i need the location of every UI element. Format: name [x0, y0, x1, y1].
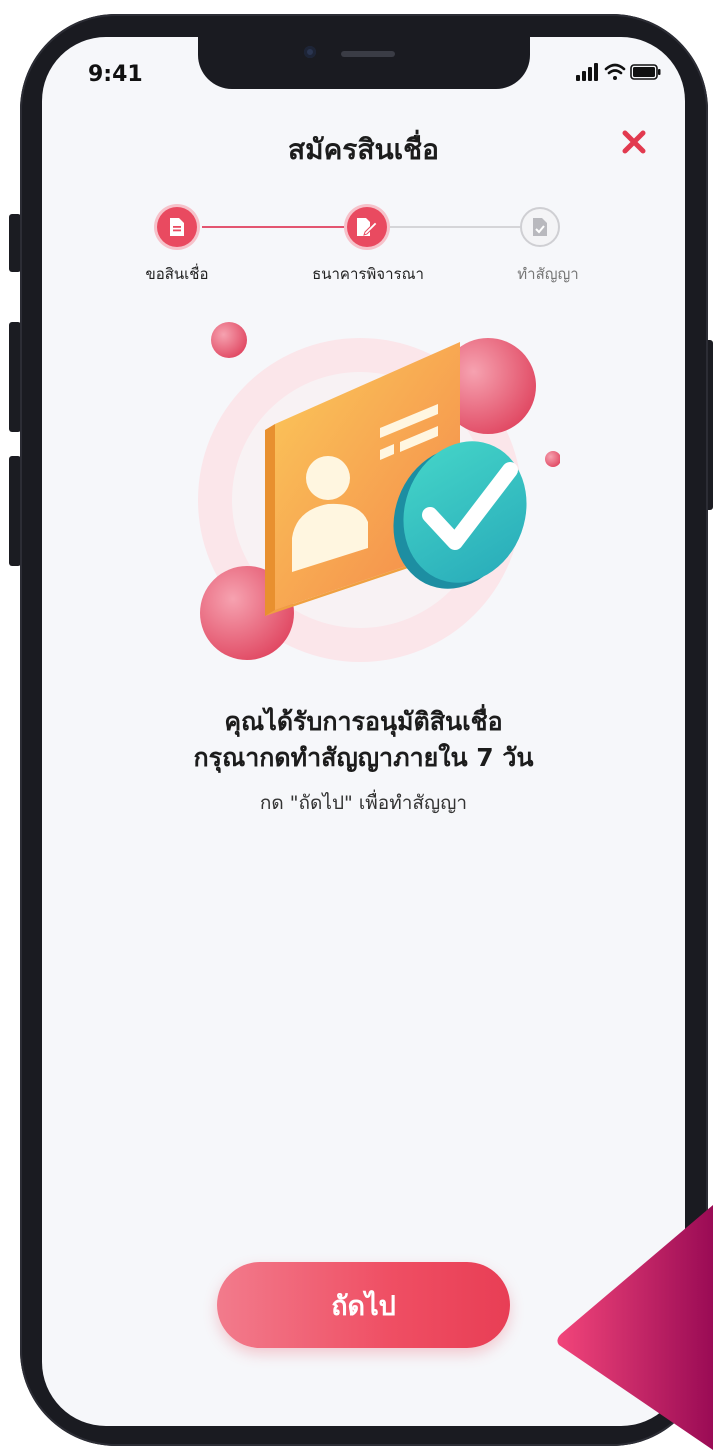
page-title: สมัครสินเชื่อ — [288, 133, 439, 166]
status-time: 9:41 — [88, 62, 143, 87]
edit-document-icon — [357, 218, 378, 236]
deadline-message: กรุณากดทำสัญญาภายใน 7 วัน — [193, 743, 534, 772]
stepper-line-1 — [202, 226, 348, 228]
step-1-label: ขอสินเชื่อ — [145, 265, 209, 283]
status-icons — [576, 60, 662, 84]
notch — [198, 37, 530, 89]
step-3-indicator — [520, 207, 560, 247]
decorative-triangle — [557, 1205, 713, 1450]
step-2-label: ธนาคารพิจารณา — [312, 265, 424, 283]
front-camera — [304, 46, 316, 58]
next-button[interactable]: ถัดไป — [217, 1262, 510, 1348]
document-icon — [170, 218, 184, 236]
speaker — [341, 51, 395, 57]
close-button[interactable] — [614, 122, 654, 162]
signal-icon — [576, 63, 598, 81]
step-2-indicator — [347, 207, 387, 247]
approval-message: คุณได้รับการอนุมัติสินเชื่อ — [224, 707, 503, 736]
checked-document-icon — [533, 218, 547, 236]
stepper-line-2 — [388, 226, 520, 228]
step-1-indicator — [157, 207, 197, 247]
wifi-icon — [604, 63, 626, 80]
step-3-label: ทำสัญญา — [517, 265, 579, 283]
approved-id-card-illustration — [180, 310, 561, 670]
close-icon — [622, 130, 646, 154]
battery-icon — [630, 64, 661, 80]
instruction-text: กด "ถัดไป" เพื่อทำสัญญา — [259, 792, 468, 814]
